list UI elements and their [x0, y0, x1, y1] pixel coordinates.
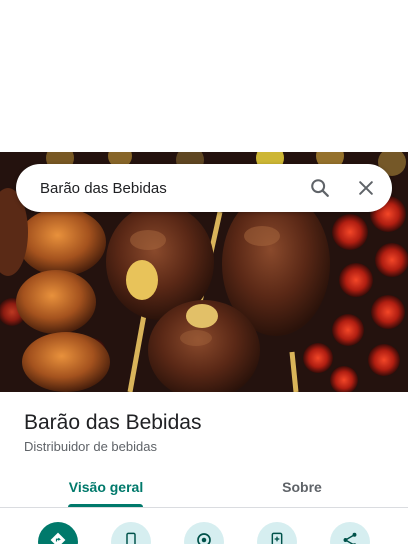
share-button[interactable]: [330, 522, 370, 544]
tab-bar: Visão geral Sobre: [0, 466, 408, 508]
location-icon: [195, 531, 213, 544]
location-button[interactable]: [184, 522, 224, 544]
search-bar[interactable]: Barão das Bebidas: [16, 164, 392, 212]
directions-icon: [49, 531, 67, 544]
tab-overview[interactable]: Visão geral: [0, 466, 212, 508]
close-icon[interactable]: [346, 168, 386, 208]
place-info: Barão das Bebidas Distribuidor de bebida…: [24, 410, 201, 454]
save-icon: [269, 531, 285, 544]
map-area[interactable]: [0, 0, 408, 152]
phone-icon: [123, 531, 139, 544]
call-button[interactable]: [111, 522, 151, 544]
share-icon: [341, 531, 359, 544]
search-input[interactable]: Barão das Bebidas: [16, 180, 300, 197]
place-page: Barão das Bebidas Barão das Bebidas Dist…: [0, 0, 408, 544]
save-button[interactable]: [257, 522, 297, 544]
search-icon[interactable]: [300, 168, 340, 208]
tab-about[interactable]: Sobre: [196, 466, 408, 508]
place-category[interactable]: Distribuidor de bebidas: [24, 439, 201, 454]
action-buttons: [0, 522, 408, 544]
directions-button[interactable]: [38, 522, 78, 544]
tab-indicator: [68, 504, 143, 507]
place-title: Barão das Bebidas: [24, 411, 202, 434]
